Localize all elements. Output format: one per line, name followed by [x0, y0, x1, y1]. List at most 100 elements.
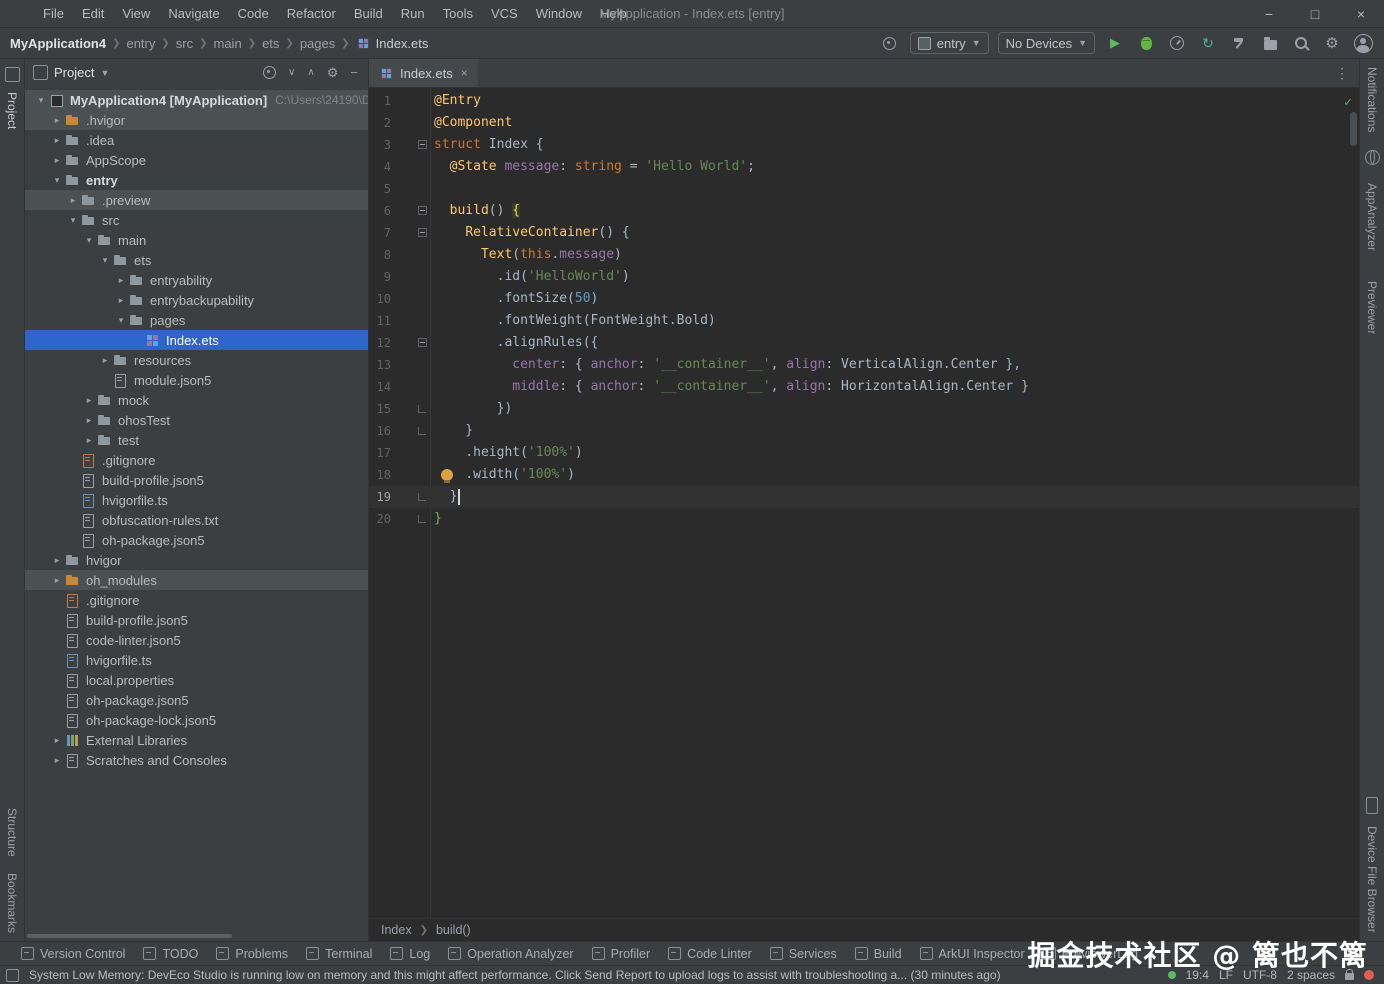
tree-arrow-icon[interactable]: ▾ — [65, 215, 81, 226]
tree-arrow-icon[interactable]: ▸ — [97, 355, 113, 366]
line-number[interactable]: 10 — [369, 288, 391, 310]
tool-strip-previewer[interactable]: Previewer — [1365, 273, 1379, 342]
code-line-20[interactable]: 20} — [369, 508, 1359, 530]
tree-item-test[interactable]: ▸test — [25, 430, 368, 450]
line-number[interactable]: 14 — [369, 376, 391, 398]
code-line-11[interactable]: 11 .fontWeight(FontWeight.Bold) — [369, 310, 1359, 332]
editor-breadcrumb-build[interactable]: build() — [436, 923, 471, 937]
globe-icon[interactable] — [1365, 150, 1380, 165]
status-message[interactable]: System Low Memory: DevEco Studio is runn… — [29, 968, 1158, 982]
collapse-all-button[interactable]: ∧ — [307, 67, 314, 78]
tree-arrow-icon[interactable]: ▸ — [113, 275, 129, 286]
fold-collapse-icon[interactable] — [418, 206, 427, 215]
tree-item-myapplication4-myapplication[interactable]: ▾MyApplication4 [MyApplication]C:\Users\… — [25, 90, 368, 110]
line-number[interactable]: 7 — [369, 222, 391, 244]
tree-item-local-properties[interactable]: local.properties — [25, 670, 368, 690]
tool-window-button-version-control[interactable]: Version Control — [12, 942, 134, 965]
tree-item-entryability[interactable]: ▸entryability — [25, 270, 368, 290]
project-view-selector[interactable]: Project ▼ — [54, 65, 109, 80]
code-line-7[interactable]: 7 RelativeContainer() { — [369, 222, 1359, 244]
tool-window-button-build[interactable]: Build — [846, 942, 911, 965]
gutter[interactable] — [391, 200, 434, 222]
code-line-6[interactable]: 6 build() { — [369, 200, 1359, 222]
tree-item-build-profile-json5[interactable]: build-profile.json5 — [25, 470, 368, 490]
intention-bulb-icon[interactable] — [441, 469, 453, 481]
line-number[interactable]: 20 — [369, 508, 391, 530]
gutter[interactable] — [391, 398, 434, 420]
tree-arrow-icon[interactable]: ▸ — [81, 415, 97, 426]
tool-strip-bookmarks[interactable]: Bookmarks — [5, 865, 19, 941]
tree-arrow-icon[interactable]: ▸ — [49, 155, 65, 166]
menu-window[interactable]: Window — [527, 6, 591, 21]
line-number[interactable]: 15 — [369, 398, 391, 420]
gutter[interactable] — [391, 134, 434, 156]
search-everywhere-button[interactable] — [1290, 32, 1312, 54]
tree-item-code-linter-json5[interactable]: code-linter.json5 — [25, 630, 368, 650]
tree-arrow-icon[interactable]: ▸ — [49, 755, 65, 766]
line-number[interactable]: 1 — [369, 90, 391, 112]
tree-item-preview[interactable]: ▸.preview — [25, 190, 368, 210]
tree-item-idea[interactable]: ▸.idea — [25, 130, 368, 150]
tree-item-index-ets[interactable]: Index.ets — [25, 330, 368, 350]
code-line-17[interactable]: 17 .height('100%') — [369, 442, 1359, 464]
tool-strip-structure[interactable]: Structure — [5, 800, 19, 865]
tree-item-mock[interactable]: ▸mock — [25, 390, 368, 410]
tree-arrow-icon[interactable]: ▾ — [97, 255, 113, 266]
tab-index-ets[interactable]: Index.ets × — [369, 59, 478, 87]
tree-item-ets[interactable]: ▾ets — [25, 250, 368, 270]
menu-view[interactable]: View — [113, 6, 159, 21]
project-tool-icon[interactable] — [5, 67, 20, 82]
menu-code[interactable]: Code — [229, 6, 278, 21]
tab-options-icon[interactable]: ⋮ — [1335, 59, 1359, 87]
line-number[interactable]: 5 — [369, 178, 391, 200]
tree-item-gitignore[interactable]: .gitignore — [25, 590, 368, 610]
menu-build[interactable]: Build — [345, 6, 392, 21]
tool-window-button-todo[interactable]: TODO — [134, 942, 207, 965]
profiler-button[interactable] — [1166, 32, 1188, 54]
device-file-browser-button[interactable] — [1259, 32, 1281, 54]
code-editor[interactable]: ✓ 1@Entry2@Component3struct Index {4 @St… — [369, 88, 1359, 918]
code-line-2[interactable]: 2@Component — [369, 112, 1359, 134]
tree-item-hvigorfile-ts[interactable]: hvigorfile.ts — [25, 650, 368, 670]
gutter[interactable] — [391, 112, 434, 134]
tree-arrow-icon[interactable]: ▸ — [49, 735, 65, 746]
code-line-5[interactable]: 5 — [369, 178, 1359, 200]
tree-arrow-icon[interactable]: ▾ — [81, 235, 97, 246]
fold-end-icon[interactable] — [418, 427, 426, 435]
horizontal-scrollbar[interactable] — [27, 934, 232, 938]
tool-window-button-terminal[interactable]: Terminal — [297, 942, 381, 965]
line-number[interactable]: 16 — [369, 420, 391, 442]
menu-file[interactable]: File — [34, 6, 73, 21]
tree-arrow-icon[interactable]: ▾ — [33, 95, 49, 106]
gutter[interactable] — [391, 332, 434, 354]
gutter[interactable] — [391, 222, 434, 244]
tree-arrow-icon[interactable]: ▾ — [49, 175, 65, 186]
tree-item-src[interactable]: ▾src — [25, 210, 368, 230]
fold-end-icon[interactable] — [418, 493, 426, 501]
gutter[interactable] — [391, 442, 434, 464]
tree-item-gitignore[interactable]: .gitignore — [25, 450, 368, 470]
build-button[interactable] — [1228, 32, 1250, 54]
editor-breadcrumb-index[interactable]: Index — [381, 923, 412, 937]
fold-collapse-icon[interactable] — [418, 140, 427, 149]
tree-item-hvigorfile-ts[interactable]: hvigorfile.ts — [25, 490, 368, 510]
tree-item-entry[interactable]: ▾entry — [25, 170, 368, 190]
gutter[interactable] — [391, 156, 434, 178]
code-line-10[interactable]: 10 .fontSize(50) — [369, 288, 1359, 310]
tree-item-appscope[interactable]: ▸AppScope — [25, 150, 368, 170]
tab-close-icon[interactable]: × — [459, 66, 468, 80]
line-number[interactable]: 19 — [369, 486, 391, 508]
gutter[interactable] — [391, 244, 434, 266]
tool-strip-appanalyzer[interactable]: AppAnalyzer — [1365, 175, 1379, 259]
breadcrumb-item-entry[interactable]: entry — [122, 36, 159, 51]
breadcrumb-item-main[interactable]: main — [210, 36, 246, 51]
tree-item-main[interactable]: ▾main — [25, 230, 368, 250]
tree-arrow-icon[interactable]: ▸ — [49, 135, 65, 146]
tool-window-button-arkui-inspector[interactable]: ArkUI Inspector — [911, 942, 1034, 965]
code-line-16[interactable]: 16 } — [369, 420, 1359, 442]
gutter[interactable] — [391, 376, 434, 398]
settings-button[interactable]: ⚙ — [1321, 32, 1343, 54]
menu-vcs[interactable]: VCS — [482, 6, 527, 21]
tree-arrow-icon[interactable]: ▸ — [49, 115, 65, 126]
breadcrumb-item-src[interactable]: src — [172, 36, 197, 51]
